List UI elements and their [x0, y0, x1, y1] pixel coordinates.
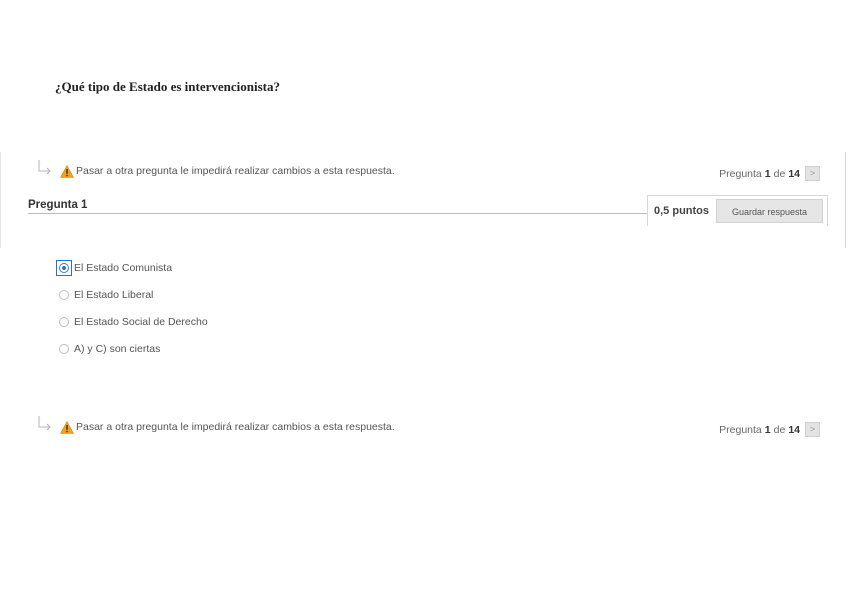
warning-text: Pasar a otra pregunta le impedirá realiz… [76, 165, 395, 177]
answer-option[interactable]: El Estado Liberal [59, 287, 153, 303]
answer-option[interactable]: El Estado Social de Derecho [59, 314, 208, 330]
nav-current: 1 [764, 167, 771, 180]
nav-current: 1 [764, 423, 771, 436]
points-value: 0,5 puntos [654, 205, 710, 217]
option-label[interactable]: El Estado Social de Derecho [74, 316, 208, 328]
question-text: ¿Qué tipo de Estado es intervencionista? [55, 79, 280, 94]
warning-triangle-icon [60, 421, 74, 434]
answer-option[interactable]: El Estado Comunista [56, 260, 172, 276]
bottom-warning-row: Pasar a otra pregunta le impedirá realiz… [36, 414, 826, 437]
warning-triangle-icon [60, 165, 74, 178]
radio-button[interactable] [59, 317, 69, 327]
option-label[interactable]: El Estado Liberal [74, 289, 153, 301]
nav-separator: de [773, 423, 786, 436]
save-answer-button[interactable]: Guardar respuesta [716, 199, 823, 223]
frame-left-border [0, 152, 1, 248]
arrow-return-icon [38, 416, 51, 431]
question-navigator: Pregunta 1 de 14 > [719, 422, 820, 437]
radio-button[interactable] [59, 290, 69, 300]
question-title: Pregunta 1 [28, 199, 88, 211]
top-warning-row: Pasar a otra pregunta le impedirá realiz… [36, 158, 826, 181]
next-question-button[interactable]: > [805, 422, 820, 437]
points-box: 0,5 puntos Guardar respuesta [647, 195, 828, 226]
warning-text: Pasar a otra pregunta le impedirá realiz… [76, 421, 395, 433]
question-navigator: Pregunta 1 de 14 > [719, 166, 820, 181]
nav-prefix: Pregunta [719, 423, 762, 436]
option-label[interactable]: El Estado Comunista [74, 262, 172, 274]
frame-right-border [845, 152, 846, 248]
radio-button[interactable] [59, 263, 69, 273]
nav-separator: de [773, 167, 786, 180]
nav-prefix: Pregunta [719, 167, 762, 180]
header-divider [28, 213, 648, 214]
radio-button[interactable] [59, 344, 69, 354]
nav-total: 14 [788, 423, 800, 436]
question-header: Pregunta 1 0,5 puntos Guardar respuesta [28, 195, 828, 228]
next-question-button[interactable]: > [805, 166, 820, 181]
arrow-return-icon [38, 160, 51, 175]
nav-total: 14 [788, 167, 800, 180]
option-label[interactable]: A) y C) son ciertas [74, 343, 160, 355]
answer-option[interactable]: A) y C) son ciertas [59, 341, 160, 357]
